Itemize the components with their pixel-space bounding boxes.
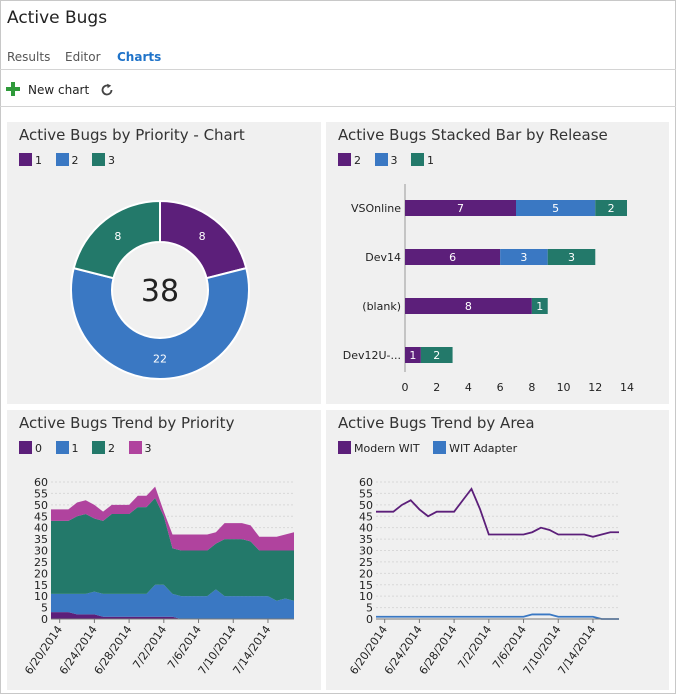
y-tick-label: 30 <box>34 545 48 558</box>
plus-icon[interactable] <box>6 82 20 96</box>
slice-label: 22 <box>153 353 167 366</box>
tab-editor[interactable]: Editor <box>65 50 101 64</box>
y-tick-label: 45 <box>359 510 373 523</box>
slice-label: 8 <box>199 230 206 243</box>
line-chart[interactable]: 0510152025303540455055606/20/20146/24/20… <box>326 410 669 690</box>
y-tick-label: 10 <box>34 590 48 603</box>
category-label: Dev12U-... <box>343 349 401 362</box>
y-tick-label: 40 <box>359 522 373 535</box>
refresh-icon[interactable] <box>100 83 114 97</box>
chart-panel-trend-area[interactable]: Active Bugs Trend by Area Modern WIT WIT… <box>326 410 669 690</box>
y-tick-label: 60 <box>359 476 373 489</box>
y-tick-label: 5 <box>41 602 48 615</box>
bar-value-label: 5 <box>552 202 559 215</box>
x-tick-label: 12 <box>588 381 602 394</box>
x-tick-label: 4 <box>465 381 472 394</box>
y-tick-label: 0 <box>41 613 48 626</box>
tab-results[interactable]: Results <box>7 50 50 64</box>
slice-label: 8 <box>114 230 121 243</box>
x-tick-label: 7/6/2014 <box>490 623 529 671</box>
line-series <box>376 613 619 620</box>
chart-panel-priority[interactable]: Active Bugs by Priority - Chart 1 2 3 82… <box>7 122 321 404</box>
y-tick-label: 25 <box>34 556 48 569</box>
x-tick-label: 7/2/2014 <box>130 623 169 671</box>
y-tick-label: 15 <box>359 579 373 592</box>
donut-total: 38 <box>141 274 179 309</box>
line-series <box>376 487 619 538</box>
tab-charts[interactable]: Charts <box>117 50 161 64</box>
bar-value-label: 2 <box>433 349 440 362</box>
y-tick-label: 20 <box>359 567 373 580</box>
y-tick-label: 20 <box>34 567 48 580</box>
bar-value-label: 3 <box>568 251 575 264</box>
y-tick-label: 25 <box>359 556 373 569</box>
page-title: Active Bugs <box>7 8 108 28</box>
divider <box>0 106 676 107</box>
bar-value-label: 1 <box>409 349 416 362</box>
y-tick-label: 0 <box>366 613 373 626</box>
bar-value-label: 6 <box>449 251 456 264</box>
bar-value-label: 1 <box>536 300 543 313</box>
y-tick-label: 55 <box>34 487 48 500</box>
bar-value-label: 2 <box>608 202 615 215</box>
toolbar: New chart <box>0 78 676 102</box>
y-tick-label: 50 <box>359 499 373 512</box>
category-label: Dev14 <box>365 251 401 264</box>
new-chart-button[interactable]: New chart <box>28 83 89 97</box>
y-tick-label: 40 <box>34 522 48 535</box>
y-tick-label: 15 <box>34 579 48 592</box>
x-tick-label: 8 <box>528 381 535 394</box>
x-tick-label: 7/6/2014 <box>165 623 204 671</box>
x-tick-label: 0 <box>402 381 409 394</box>
y-tick-label: 5 <box>366 602 373 615</box>
donut-chart[interactable]: 8 22 8 38 <box>7 122 321 404</box>
category-label: (blank) <box>362 300 401 313</box>
chart-panel-trend-priority[interactable]: Active Bugs Trend by Priority 0 1 2 3 05… <box>7 410 321 690</box>
stacked-area-chart[interactable]: 0510152025303540455055606/20/20146/24/20… <box>7 410 321 690</box>
y-tick-label: 10 <box>359 590 373 603</box>
y-tick-label: 35 <box>359 533 373 546</box>
y-tick-label: 50 <box>34 499 48 512</box>
y-tick-label: 55 <box>359 487 373 500</box>
y-tick-label: 60 <box>34 476 48 489</box>
x-tick-label: 2 <box>433 381 440 394</box>
chart-panel-release[interactable]: Active Bugs Stacked Bar by Release 2 3 1… <box>326 122 669 404</box>
x-tick-label: 14 <box>620 381 634 394</box>
bar-value-label: 7 <box>457 202 464 215</box>
bar-value-label: 8 <box>465 300 472 313</box>
x-tick-label: 10 <box>557 381 571 394</box>
x-tick-label: 6 <box>497 381 504 394</box>
divider <box>0 69 676 70</box>
y-tick-label: 30 <box>359 545 373 558</box>
y-tick-label: 35 <box>34 533 48 546</box>
category-label: VSOnline <box>351 202 401 215</box>
stacked-bar-chart[interactable]: 0 2 4 6 8 10 12 14VSOnline 7 5 2Dev14 6 3 3(blank) 8 1D… <box>326 122 669 404</box>
bar-value-label: 3 <box>520 251 527 264</box>
x-tick-label: 7/2/2014 <box>455 623 494 671</box>
y-tick-label: 45 <box>34 510 48 523</box>
